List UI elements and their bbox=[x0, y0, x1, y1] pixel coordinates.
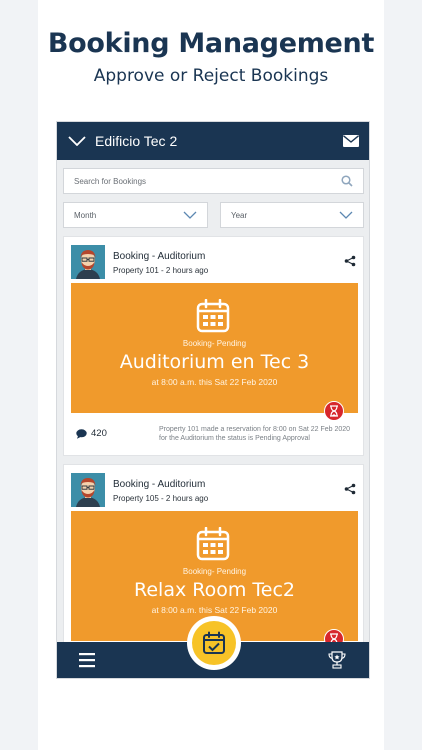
booking-description: Property 101 made a reservation for 8:00… bbox=[159, 426, 351, 442]
card-title: Booking - Auditorium bbox=[113, 251, 206, 262]
search-icon[interactable] bbox=[341, 175, 353, 187]
comment-icon bbox=[76, 428, 87, 439]
month-select[interactable]: Month bbox=[63, 202, 208, 228]
booking-place: Auditorium en Tec 3 bbox=[119, 351, 310, 373]
card-footer: 420 Property 101 made a reservation for … bbox=[71, 425, 358, 451]
calendar-icon bbox=[196, 299, 230, 333]
promo-headline: Booking Management bbox=[47, 28, 375, 59]
comment-count: 420 bbox=[91, 428, 107, 439]
building-title[interactable]: Edificio Tec 2 bbox=[95, 133, 331, 149]
month-select-label: Month bbox=[74, 210, 97, 220]
booking-time: at 8:00 a.m. this Sat 22 Feb 2020 bbox=[151, 605, 278, 615]
chevron-down-icon bbox=[339, 211, 353, 219]
top-bar: Edificio Tec 2 bbox=[57, 122, 369, 160]
card-title: Booking - Auditorium bbox=[113, 479, 206, 490]
booking-time: at 8:00 a.m. this Sat 22 Feb 2020 bbox=[151, 377, 278, 387]
new-booking-button[interactable] bbox=[187, 616, 241, 670]
year-select-label: Year bbox=[231, 210, 248, 220]
promo-subline: Approve or Reject Bookings bbox=[93, 66, 329, 86]
hourglass-icon bbox=[324, 401, 344, 421]
avatar bbox=[71, 245, 105, 279]
card-header: Booking - Auditorium Property 101 - 2 ho… bbox=[71, 245, 358, 281]
booking-card[interactable]: Booking - Auditorium Property 101 - 2 ho… bbox=[63, 236, 364, 456]
chevron-down-icon[interactable] bbox=[59, 122, 95, 160]
booking-banner[interactable]: Booking- Pending Auditorium en Tec 3 at … bbox=[71, 283, 358, 421]
card-header: Booking - Auditorium Property 105 - 2 ho… bbox=[71, 473, 358, 509]
calendar-icon bbox=[196, 527, 230, 561]
trophy-icon[interactable] bbox=[327, 651, 347, 669]
card-subtitle: Property 101 - 2 hours ago bbox=[113, 266, 209, 275]
card-subtitle: Property 105 - 2 hours ago bbox=[113, 494, 209, 503]
chevron-down-icon bbox=[183, 211, 197, 219]
share-icon[interactable] bbox=[344, 255, 356, 267]
mail-icon[interactable] bbox=[331, 122, 369, 160]
app-screen: Edificio Tec 2 Search for Bookings Month… bbox=[56, 121, 370, 679]
search-placeholder: Search for Bookings bbox=[74, 176, 147, 186]
year-select[interactable]: Year bbox=[220, 202, 364, 228]
share-icon[interactable] bbox=[344, 483, 356, 495]
search-input[interactable]: Search for Bookings bbox=[63, 168, 364, 194]
booking-place: Relax Room Tec2 bbox=[134, 579, 295, 601]
calendar-check-icon bbox=[203, 631, 225, 654]
fab-circle bbox=[192, 621, 236, 665]
comments-button[interactable]: 420 bbox=[76, 428, 107, 439]
avatar bbox=[71, 473, 105, 507]
booking-status: Booking- Pending bbox=[182, 339, 247, 348]
menu-icon[interactable] bbox=[77, 652, 97, 668]
booking-status: Booking- Pending bbox=[182, 567, 247, 576]
